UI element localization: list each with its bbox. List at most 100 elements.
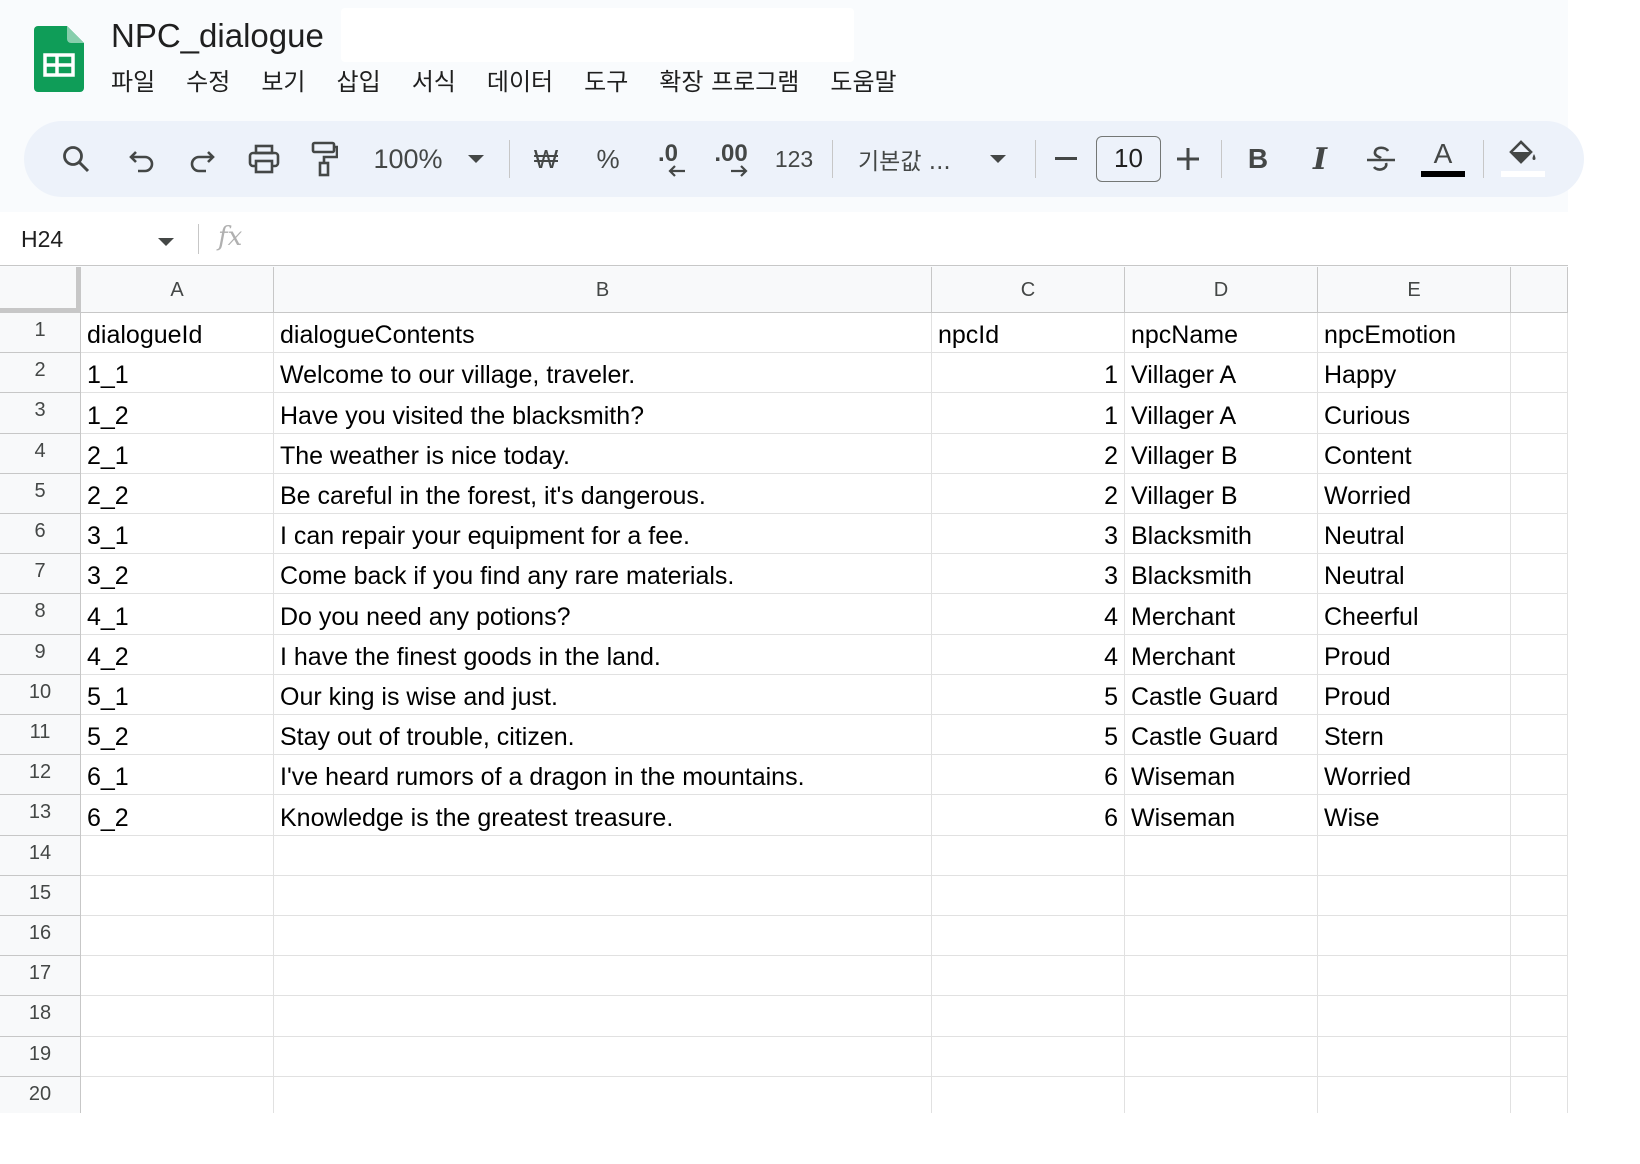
table-cell[interactable]: Merchant xyxy=(1125,634,1318,675)
table-cell[interactable]: Castle Guard xyxy=(1125,674,1318,715)
font-size-input[interactable]: 10 xyxy=(1096,136,1161,182)
row-header[interactable]: 13 xyxy=(0,795,81,836)
table-cell[interactable]: 5 xyxy=(932,715,1125,756)
table-cell[interactable]: 4_2 xyxy=(81,634,274,675)
table-cell[interactable] xyxy=(932,1076,1125,1113)
table-cell[interactable] xyxy=(1318,1076,1511,1113)
table-cell[interactable] xyxy=(81,1036,274,1077)
table-cell[interactable]: 4 xyxy=(932,594,1125,635)
table-cell[interactable]: 1_2 xyxy=(81,393,274,434)
row-header[interactable]: 9 xyxy=(0,634,81,675)
table-cell[interactable] xyxy=(1511,875,1568,916)
table-cell[interactable] xyxy=(1318,875,1511,916)
column-header-B[interactable]: B xyxy=(274,267,932,313)
table-cell[interactable]: Proud xyxy=(1318,634,1511,675)
text-color-button[interactable]: A xyxy=(1420,121,1466,197)
row-header[interactable]: 1 xyxy=(0,313,81,354)
table-cell[interactable]: Stern xyxy=(1318,715,1511,756)
table-cell[interactable] xyxy=(274,835,932,876)
table-cell[interactable]: 5_1 xyxy=(81,674,274,715)
menu-item-2[interactable]: 보기 xyxy=(261,64,305,100)
strikethrough-icon[interactable] xyxy=(1362,121,1400,197)
row-header[interactable]: 19 xyxy=(0,1036,81,1077)
table-cell[interactable]: Content xyxy=(1318,433,1511,474)
table-cell[interactable] xyxy=(1511,353,1568,394)
sheets-logo-icon[interactable] xyxy=(34,26,84,92)
table-cell[interactable]: 2 xyxy=(932,473,1125,514)
menu-item-5[interactable]: 데이터 xyxy=(487,64,553,100)
table-cell[interactable] xyxy=(1511,755,1568,796)
row-header[interactable]: 3 xyxy=(0,393,81,434)
menu-item-7[interactable]: 확장 프로그램 xyxy=(659,64,799,100)
table-cell[interactable]: I have the finest goods in the land. xyxy=(274,634,932,675)
table-cell[interactable] xyxy=(932,916,1125,957)
table-cell[interactable] xyxy=(932,1036,1125,1077)
row-header[interactable]: 10 xyxy=(0,674,81,715)
column-header-D[interactable]: D xyxy=(1125,267,1318,313)
table-cell[interactable]: 6 xyxy=(932,795,1125,836)
redo-icon[interactable] xyxy=(182,121,222,197)
table-cell[interactable] xyxy=(1125,835,1318,876)
table-cell[interactable]: Neutral xyxy=(1318,514,1511,555)
row-header[interactable]: 16 xyxy=(0,916,81,957)
table-cell[interactable]: npcId xyxy=(932,313,1125,354)
table-cell[interactable]: Wise xyxy=(1318,795,1511,836)
table-cell[interactable] xyxy=(932,956,1125,997)
table-cell[interactable] xyxy=(81,1076,274,1113)
table-cell[interactable] xyxy=(1318,916,1511,957)
table-cell[interactable]: Welcome to our village, traveler. xyxy=(274,353,932,394)
decrease-decimal-button[interactable]: .0 xyxy=(648,121,688,197)
table-cell[interactable]: Have you visited the blacksmith? xyxy=(274,393,932,434)
table-cell[interactable] xyxy=(1511,715,1568,756)
table-cell[interactable] xyxy=(1511,433,1568,474)
row-header[interactable]: 14 xyxy=(0,835,81,876)
menu-item-6[interactable]: 도구 xyxy=(584,64,628,100)
table-cell[interactable]: Proud xyxy=(1318,674,1511,715)
increase-font-size-icon[interactable] xyxy=(1174,121,1202,197)
table-cell[interactable]: 3_2 xyxy=(81,554,274,595)
table-cell[interactable] xyxy=(1318,1036,1511,1077)
document-title[interactable]: NPC_dialogue xyxy=(111,14,324,58)
menu-item-4[interactable]: 서식 xyxy=(412,64,456,100)
table-cell[interactable]: 3_1 xyxy=(81,514,274,555)
table-cell[interactable] xyxy=(81,996,274,1037)
table-cell[interactable] xyxy=(1511,956,1568,997)
table-cell[interactable] xyxy=(932,835,1125,876)
table-cell[interactable] xyxy=(1511,795,1568,836)
table-cell[interactable]: 2_2 xyxy=(81,473,274,514)
table-cell[interactable] xyxy=(274,956,932,997)
row-header[interactable]: 6 xyxy=(0,514,81,555)
row-header[interactable]: 4 xyxy=(0,433,81,474)
select-all-corner[interactable] xyxy=(0,267,81,313)
table-cell[interactable] xyxy=(1125,1076,1318,1113)
table-cell[interactable]: 5 xyxy=(932,674,1125,715)
table-cell[interactable]: Villager B xyxy=(1125,473,1318,514)
table-cell[interactable]: Worried xyxy=(1318,473,1511,514)
bold-button[interactable]: B xyxy=(1240,121,1276,197)
table-cell[interactable]: Blacksmith xyxy=(1125,554,1318,595)
row-header[interactable]: 8 xyxy=(0,594,81,635)
increase-decimal-button[interactable]: .00 xyxy=(708,121,754,197)
number-format-button[interactable]: 123 xyxy=(770,121,818,197)
row-header[interactable]: 11 xyxy=(0,715,81,756)
table-cell[interactable]: Stay out of trouble, citizen. xyxy=(274,715,932,756)
table-cell[interactable]: 3 xyxy=(932,554,1125,595)
table-cell[interactable]: 6 xyxy=(932,755,1125,796)
menu-item-3[interactable]: 삽입 xyxy=(337,64,381,100)
currency-format-button[interactable]: ₩ xyxy=(528,121,564,197)
chevron-down-icon[interactable] xyxy=(157,234,175,252)
table-cell[interactable]: 6_2 xyxy=(81,795,274,836)
table-cell[interactable] xyxy=(1318,996,1511,1037)
undo-icon[interactable] xyxy=(122,121,162,197)
formula-input[interactable] xyxy=(262,222,1542,254)
table-cell[interactable]: I can repair your equipment for a fee. xyxy=(274,514,932,555)
table-cell[interactable] xyxy=(1511,674,1568,715)
table-cell[interactable] xyxy=(1511,916,1568,957)
row-header[interactable]: 5 xyxy=(0,473,81,514)
table-cell[interactable] xyxy=(1125,875,1318,916)
table-cell[interactable] xyxy=(1511,473,1568,514)
table-cell[interactable]: Villager A xyxy=(1125,353,1318,394)
table-cell[interactable]: Our king is wise and just. xyxy=(274,674,932,715)
table-cell[interactable]: Wiseman xyxy=(1125,755,1318,796)
table-cell[interactable]: npcEmotion xyxy=(1318,313,1511,354)
